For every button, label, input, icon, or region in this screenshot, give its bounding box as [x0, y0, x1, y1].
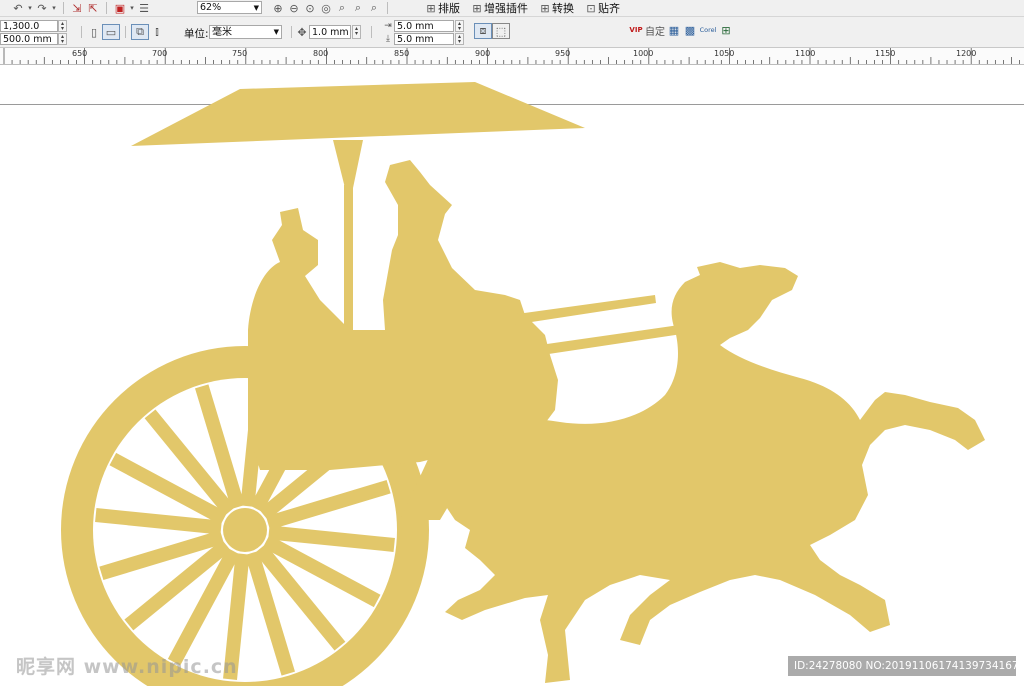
chariot-silhouette[interactable]: [0, 0, 1024, 686]
image-id-watermark: ID:24278080 NO:20191106174139734167: [788, 656, 1016, 676]
artwork-group: [61, 82, 985, 686]
site-watermark: 昵享网 www.nipic.cn: [16, 656, 238, 678]
upper-shaft: [510, 295, 656, 325]
canopy-pole-top: [333, 140, 363, 188]
canopy-pole: [344, 185, 353, 345]
canopy-shape: [131, 82, 585, 146]
